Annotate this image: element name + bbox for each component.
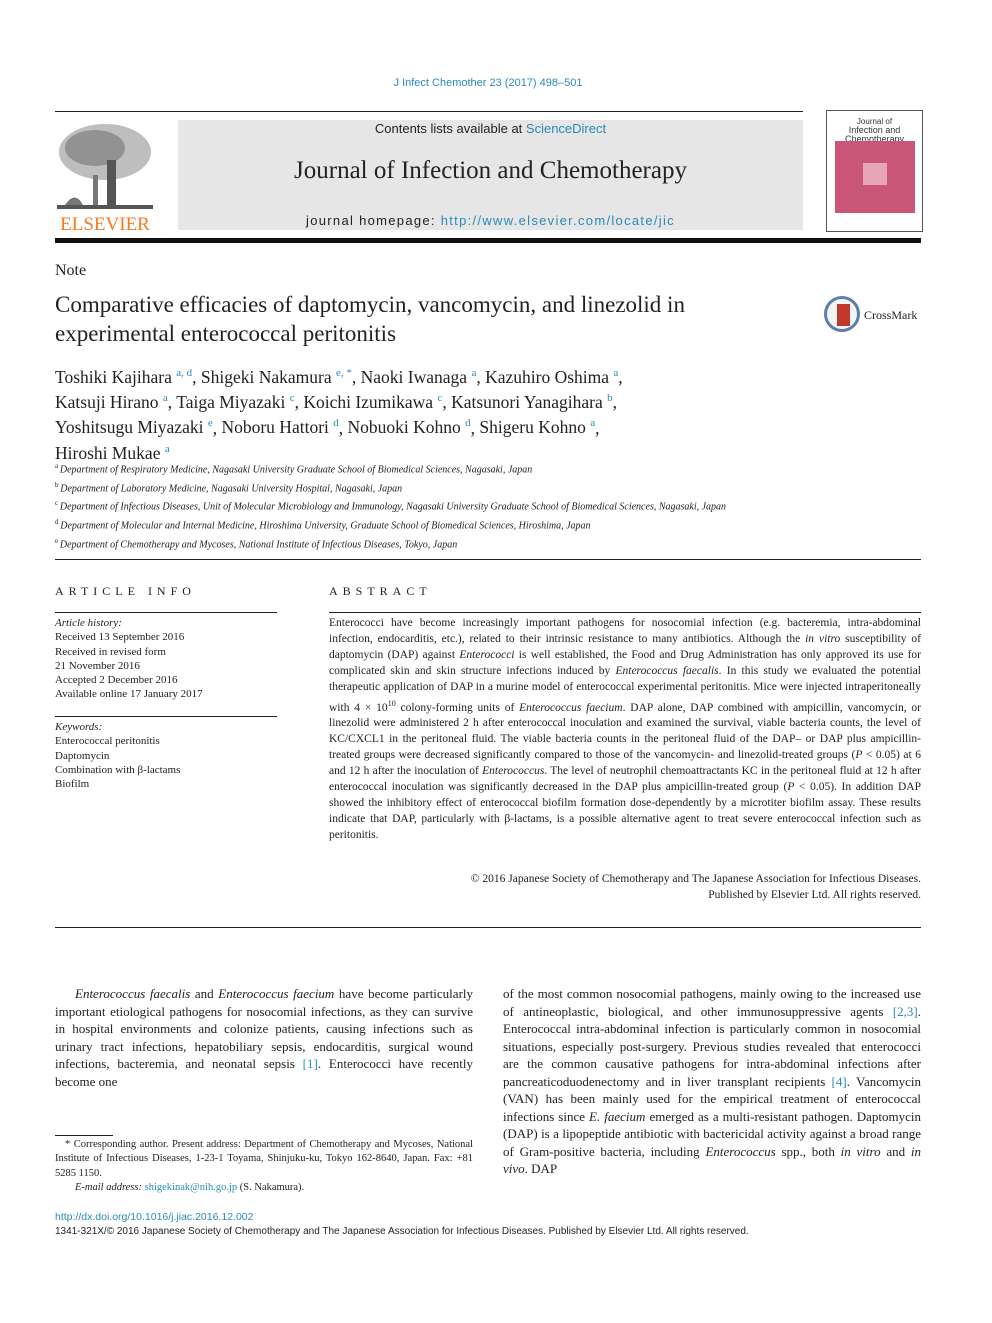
journal-title: Journal of Infection and Chemotherapy (294, 157, 687, 184)
author-list: Toshiki Kajihara a, d, Shigeki Nakamura … (55, 366, 623, 463)
doi-link[interactable]: http://dx.doi.org/10.1016/j.jiac.2016.12… (55, 1211, 253, 1223)
keyword-item: Combination with β-lactams (55, 763, 181, 776)
author[interactable]: Taiga Miyazaki c (176, 392, 294, 412)
abstract-rule (329, 612, 921, 613)
reference-link[interactable]: [4] (832, 1074, 847, 1089)
abstract-text: Enterococci have become increasingly imp… (329, 617, 921, 841)
author[interactable]: Katsunori Yanagihara b (451, 392, 613, 412)
header-thick-rule (55, 238, 921, 243)
affiliation-item: a Department of Respiratory Medicine, Na… (55, 462, 533, 476)
elsevier-wordmark: ELSEVIER (60, 214, 150, 235)
author[interactable]: Katsuji Hirano a (55, 392, 168, 412)
keywords-rule (55, 716, 277, 717)
homepage-link[interactable]: http://www.elsevier.com/locate/jic (441, 213, 675, 228)
journal-banner: Contents lists available at ScienceDirec… (178, 120, 803, 230)
footnote-rule (55, 1135, 113, 1136)
abstract-heading: ABSTRACT (329, 584, 432, 598)
author[interactable]: Noboru Hattori d (221, 417, 338, 437)
author[interactable]: Toshiki Kajihara a, d (55, 367, 192, 387)
reference-link[interactable]: [2,3] (893, 1004, 918, 1019)
elsevier-tree-icon (57, 124, 153, 209)
affiliation-marker[interactable]: a (613, 367, 618, 379)
affiliation-marker[interactable]: b (607, 392, 613, 404)
crossmark-label: CrossMark (864, 308, 918, 322)
crossmark-icon (824, 296, 860, 332)
cover-image (835, 141, 915, 213)
affiliation-list: a Department of Respiratory Medicine, Na… (55, 459, 815, 552)
affiliation-marker[interactable]: a (165, 443, 170, 455)
journal-cover-thumbnail[interactable]: Journal of Infection and Chemotherapy (826, 110, 923, 232)
elsevier-logo[interactable]: ELSEVIER (55, 120, 155, 235)
keywords-label: Keywords: (55, 721, 103, 733)
affiliation-marker[interactable]: a (590, 418, 595, 430)
header-rule (55, 111, 803, 112)
history-item: Accepted 2 December 2016 (55, 674, 178, 687)
author[interactable]: Kazuhiro Oshima a (485, 367, 618, 387)
email-link[interactable]: shigekinak@nih.go.jp (145, 1182, 238, 1193)
author[interactable]: Naoki Iwanaga a (361, 367, 477, 387)
author[interactable]: Koichi Izumikawa c (303, 392, 442, 412)
author[interactable]: Shigeru Kohno a (479, 417, 595, 437)
affiliation-item: d Department of Molecular and Internal M… (55, 517, 591, 532)
article-type: Note (55, 262, 87, 279)
affiliation-item: e Department of Chemotherapy and Mycoses… (55, 536, 458, 550)
keyword-item: Biofilm (55, 778, 90, 791)
affiliation-marker[interactable]: d (465, 418, 471, 430)
history-item: Available online 17 January 2017 (55, 688, 203, 701)
corresponding-author-footnote: * Corresponding author. Present address:… (55, 1139, 473, 1193)
article-info-heading: ARTICLE INFO (55, 584, 196, 598)
affiliation-item: b Department of Laboratory Medicine, Nag… (55, 480, 403, 494)
affiliation-marker[interactable]: c (290, 392, 295, 404)
history-item: Received 13 September 2016 (55, 631, 185, 644)
keyword-item: Daptomycin (55, 749, 110, 762)
author[interactable]: Shigeki Nakamura e, * (201, 367, 352, 387)
keyword-item: Enterococcal peritonitis (55, 735, 160, 748)
article-title: Comparative efficacies of daptomycin, va… (55, 292, 685, 346)
crossmark-button[interactable]: CrossMark (824, 296, 924, 336)
affiliation-marker[interactable]: a (163, 392, 168, 404)
history-item: 21 November 2016 (55, 659, 140, 672)
affiliation-marker[interactable]: d (333, 418, 339, 430)
article-history: Article history: Received 13 September 2… (55, 616, 285, 702)
history-label: Article history: (55, 617, 122, 629)
affiliation-marker[interactable]: a (471, 367, 476, 379)
body-column-right: of the most common nosocomial pathogens,… (503, 986, 921, 1176)
author[interactable]: Yoshitsugu Miyazaki e (55, 417, 213, 437)
abstract-end-rule (55, 927, 921, 928)
contents-line: Contents lists available at ScienceDirec… (374, 121, 607, 136)
keywords-block: Keywords: Enterococcal peritonitis Daptom… (55, 720, 285, 791)
journal-homepage: journal homepage: http://www.elsevier.co… (306, 213, 675, 228)
affiliation-item: c Department of Infectious Diseases, Uni… (55, 499, 727, 513)
affiliation-marker[interactable]: e, * (336, 367, 352, 379)
article-info-rule (55, 612, 277, 613)
issn-copyright: 1341-321X/© 2016 Japanese Society of Che… (55, 1226, 749, 1237)
history-item: Received in revised form (55, 645, 166, 658)
affiliation-marker[interactable]: a, d (176, 367, 192, 379)
affiliation-marker[interactable]: e (208, 418, 213, 430)
journal-citation[interactable]: J Infect Chemother 23 (2017) 498–501 (0, 77, 976, 89)
section-rule (55, 559, 921, 560)
abstract-copyright: © 2016 Japanese Society of Chemotherapy … (470, 873, 921, 901)
affiliation-marker[interactable]: c (437, 392, 442, 404)
body-column-left: Enterococcus faecalis and Enterococcus f… (55, 986, 474, 1089)
sciencedirect-link[interactable]: ScienceDirect (526, 121, 606, 136)
reference-link[interactable]: [1] (303, 1056, 318, 1071)
author[interactable]: Nobuoki Kohno d (348, 417, 471, 437)
